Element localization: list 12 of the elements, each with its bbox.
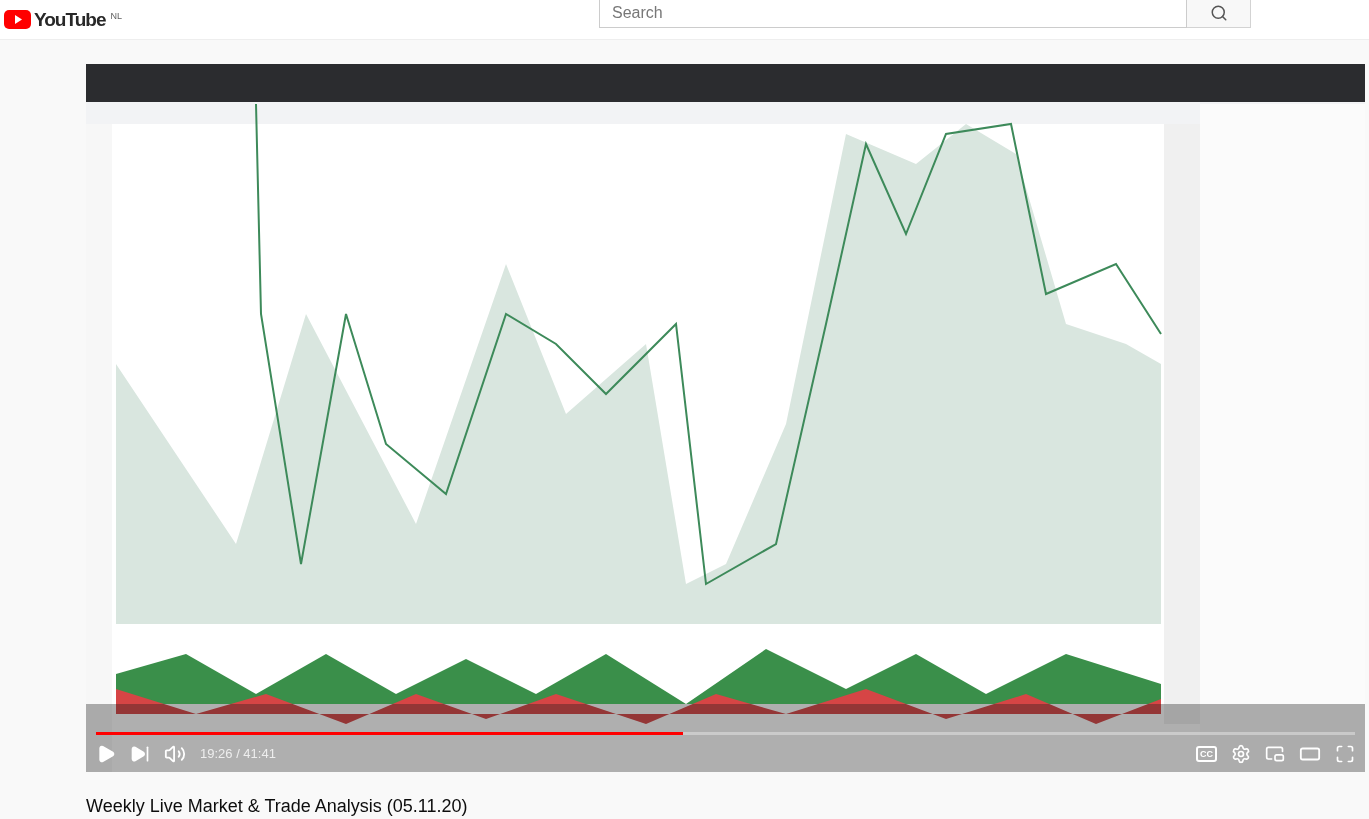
logo-wordmark[interactable]: YouTube — [34, 8, 106, 31]
search-icon — [1209, 4, 1228, 22]
logo-icon[interactable] — [4, 10, 31, 29]
time-display: 19:26 / 41:41 — [200, 746, 276, 761]
settings-button[interactable] — [1231, 743, 1251, 764]
search-button[interactable] — [1187, 0, 1251, 28]
region-label: NL — [110, 10, 122, 21]
search-field[interactable]: Search — [599, 0, 1187, 28]
play-button[interactable] — [96, 743, 116, 764]
progress-bar[interactable] — [96, 732, 1355, 735]
fullscreen-button[interactable] — [1335, 743, 1355, 764]
video-title: Weekly Live Market & Trade Analysis (05.11.20) — [86, 796, 469, 817]
